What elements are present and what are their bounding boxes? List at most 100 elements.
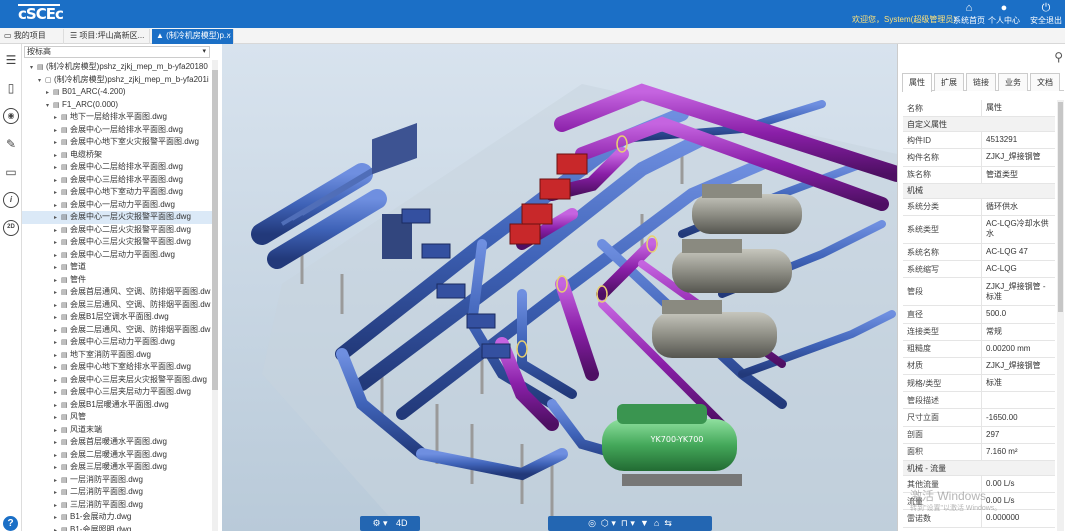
chevron-right-icon[interactable]: ▸ — [54, 525, 61, 531]
building-icon[interactable]: ▯ — [3, 80, 19, 96]
chevron-right-icon[interactable]: ▸ — [54, 325, 61, 337]
chevron-right-icon[interactable]: ▸ — [54, 250, 61, 262]
tree-item[interactable]: ▸ ▤ 地下室消防平面图.dwg — [22, 349, 214, 362]
chevron-right-icon[interactable]: ▸ — [54, 275, 61, 287]
tree-item[interactable]: ▸ ▤ 会展B1层空调水平面图.dwg — [22, 311, 214, 324]
tree-item[interactable]: ▸ ▤ 会展中心地下室火灾报警平面图.dwg — [22, 136, 214, 149]
chevron-right-icon[interactable]: ▸ — [54, 162, 61, 174]
tree-item[interactable]: ▸ ▤ 会展中心一层给排水平面图.dwg — [22, 124, 214, 137]
tree-item[interactable]: ▾ ▤ (制冷机房模型)pshz_zjkj_mep_m_b-yfa20180 — [22, 61, 214, 74]
2d-icon[interactable]: 2D — [3, 220, 19, 236]
tree-item[interactable]: ▸ ▤ 一层消防平面图.dwg — [22, 474, 214, 487]
search-icon[interactable]: ⚲ — [1054, 50, 1063, 64]
tree-item[interactable]: ▸ ▤ 会展二层暖通水平面图.dwg — [22, 449, 214, 462]
tree-item[interactable]: ▸ ▤ 会展中心地下室动力平面图.dwg — [22, 186, 214, 199]
tree-item[interactable]: ▸ ▤ 地下一层给排水平面图.dwg — [22, 111, 214, 124]
walk-button[interactable]: ⊓ ▾ — [621, 518, 635, 528]
tree-scrollbar[interactable] — [212, 60, 218, 531]
layers-icon[interactable]: ☰ — [3, 52, 19, 68]
tree-item[interactable]: ▸ ▤ 管件 — [22, 274, 214, 287]
chevron-right-icon[interactable]: ▸ — [54, 225, 61, 237]
chevron-right-icon[interactable]: ▸ — [54, 350, 61, 362]
chevron-right-icon[interactable]: ▸ — [54, 187, 61, 199]
explode-button[interactable]: ⇆ — [664, 518, 672, 528]
tree-item[interactable]: ▸ ▤ 电缆桥架 — [22, 149, 214, 162]
chevron-down-icon[interactable]: ▾ — [38, 75, 45, 87]
tree-item[interactable]: ▸ ▤ 会展中心三层夹层火灾报警平面图.dwg — [22, 374, 214, 387]
tab-project[interactable]: ☰ 项目:坪山高新区... — [66, 29, 150, 44]
chevron-right-icon[interactable]: ▸ — [54, 287, 61, 299]
tree-item[interactable]: ▸ ▤ 会展中心一层动力平面图.dwg — [22, 199, 214, 212]
tree-item[interactable]: ▸ ▤ B01_ARC(-4.200) — [22, 86, 214, 99]
tab-my-projects[interactable]: ▭ 我的项目 — [0, 29, 64, 44]
tree-item[interactable]: ▸ ▤ 会展中心二层动力平面图.dwg — [22, 249, 214, 262]
chevron-right-icon[interactable]: ▸ — [54, 500, 61, 512]
tree-item[interactable]: ▸ ▤ B1-会展照明.dwg — [22, 524, 214, 531]
tree-item[interactable]: ▸ ▤ 会展三层通风、空调、防排烟平面图.dw — [22, 299, 214, 312]
chevron-right-icon[interactable]: ▸ — [54, 312, 61, 324]
chevron-right-icon[interactable]: ▸ — [54, 212, 61, 224]
filter-button[interactable]: ▼ — [640, 518, 649, 528]
chevron-right-icon[interactable]: ▸ — [54, 437, 61, 449]
tree-item[interactable]: ▸ ▤ 会展中心二层给排水平面图.dwg — [22, 161, 214, 174]
tree-item[interactable]: ▸ ▤ 二层消防平面图.dwg — [22, 486, 214, 499]
sort-select[interactable]: 按标高 ▾ — [24, 46, 210, 58]
tree-item[interactable]: ▸ ▤ B1-会展动力.dwg — [22, 511, 214, 524]
tree-item[interactable]: ▸ ▤ 会展中心三层给排水平面图.dwg — [22, 174, 214, 187]
chevron-right-icon[interactable]: ▸ — [54, 462, 61, 474]
chevron-right-icon[interactable]: ▸ — [54, 237, 61, 249]
edit-icon[interactable]: ✎ — [3, 136, 19, 152]
tree-item[interactable]: ▸ ▤ 会展首层通风、空调、防排烟平面图.dw — [22, 286, 214, 299]
chevron-right-icon[interactable]: ▸ — [54, 412, 61, 424]
properties-scrollbar[interactable] — [1057, 100, 1064, 531]
logout-button[interactable]: ⏻ 安全退出 — [1025, 0, 1065, 28]
tree-item[interactable]: ▸ ▤ 会展中心三层动力平面图.dwg — [22, 336, 214, 349]
chevron-right-icon[interactable]: ▸ — [54, 512, 61, 524]
chevron-right-icon[interactable]: ▸ — [54, 175, 61, 187]
chevron-right-icon[interactable]: ▸ — [54, 362, 61, 374]
chevron-right-icon[interactable]: ▸ — [54, 112, 61, 124]
tree-item[interactable]: ▸ ▤ 会展二层通风、空调、防排烟平面图.dw — [22, 324, 214, 337]
chevron-right-icon[interactable]: ▸ — [54, 400, 61, 412]
tree-item[interactable]: ▾ ▢ (制冷机房模型)pshz_zjkj_mep_m_b-yfa201i — [22, 74, 214, 87]
chevron-right-icon[interactable]: ▸ — [54, 337, 61, 349]
4d-button[interactable]: 4D — [396, 518, 408, 528]
tree-item[interactable]: ▸ ▤ 会展中心二层火灾报警平面图.dwg — [22, 224, 214, 237]
tab-links[interactable]: 链接 — [966, 73, 996, 91]
tree-item[interactable]: ▸ ▤ 会展中心三层夹层动力平面图.dwg — [22, 386, 214, 399]
chevron-right-icon[interactable]: ▸ — [54, 375, 61, 387]
tree-item[interactable]: ▸ ▤ 会展B1层暖通水平面图.dwg — [22, 399, 214, 412]
personal-center-button[interactable]: ● 个人中心 — [983, 0, 1025, 28]
tab-model[interactable]: ▲ (制冷机房模型)p... × — [152, 29, 234, 44]
chevron-right-icon[interactable]: ▸ — [46, 87, 53, 99]
chevron-right-icon[interactable]: ▸ — [54, 487, 61, 499]
eye-icon[interactable]: ◉ — [3, 108, 19, 124]
chevron-down-icon[interactable]: ▾ — [46, 100, 53, 112]
chevron-right-icon[interactable]: ▸ — [54, 425, 61, 437]
tab-documents[interactable]: 文档 — [1030, 73, 1060, 91]
chevron-right-icon[interactable]: ▸ — [54, 200, 61, 212]
tree-item[interactable]: ▾ ▤ F1_ARC(0.000) — [22, 99, 214, 112]
chevron-right-icon[interactable]: ▸ — [54, 137, 61, 149]
tree-item[interactable]: ▸ ▤ 风管 — [22, 411, 214, 424]
model-viewport[interactable]: YK700-YK700 — [222, 44, 897, 531]
mep-model-render[interactable]: YK700-YK700 — [222, 44, 897, 531]
chevron-right-icon[interactable]: ▸ — [54, 300, 61, 312]
chevron-down-icon[interactable]: ▾ — [30, 62, 37, 74]
close-icon[interactable]: × — [226, 29, 231, 43]
info-icon[interactable]: i — [3, 192, 19, 208]
chevron-right-icon[interactable]: ▸ — [54, 262, 61, 274]
tab-business[interactable]: 业务 — [998, 73, 1028, 91]
section-button[interactable]: ⬡ ▾ — [601, 518, 616, 528]
home-view-button[interactable]: ⌂ — [654, 518, 659, 528]
tab-attributes[interactable]: 属性 — [902, 73, 932, 92]
tree-item[interactable]: ▸ ▤ 风道末端 — [22, 424, 214, 437]
tree-item[interactable]: ▸ ▤ 三层消防平面图.dwg — [22, 499, 214, 512]
tree-item[interactable]: ▸ ▤ 会展中心地下室给排水平面图.dwg — [22, 361, 214, 374]
tree-item[interactable]: ▸ ▤ 会展中心一层火灾报警平面图.dwg — [22, 211, 214, 224]
chevron-right-icon[interactable]: ▸ — [54, 475, 61, 487]
help-icon[interactable]: ? — [3, 516, 18, 531]
tree-item[interactable]: ▸ ▤ 会展三层暖通水平面图.dwg — [22, 461, 214, 474]
tree-item[interactable]: ▸ ▤ 管道 — [22, 261, 214, 274]
chevron-right-icon[interactable]: ▸ — [54, 450, 61, 462]
